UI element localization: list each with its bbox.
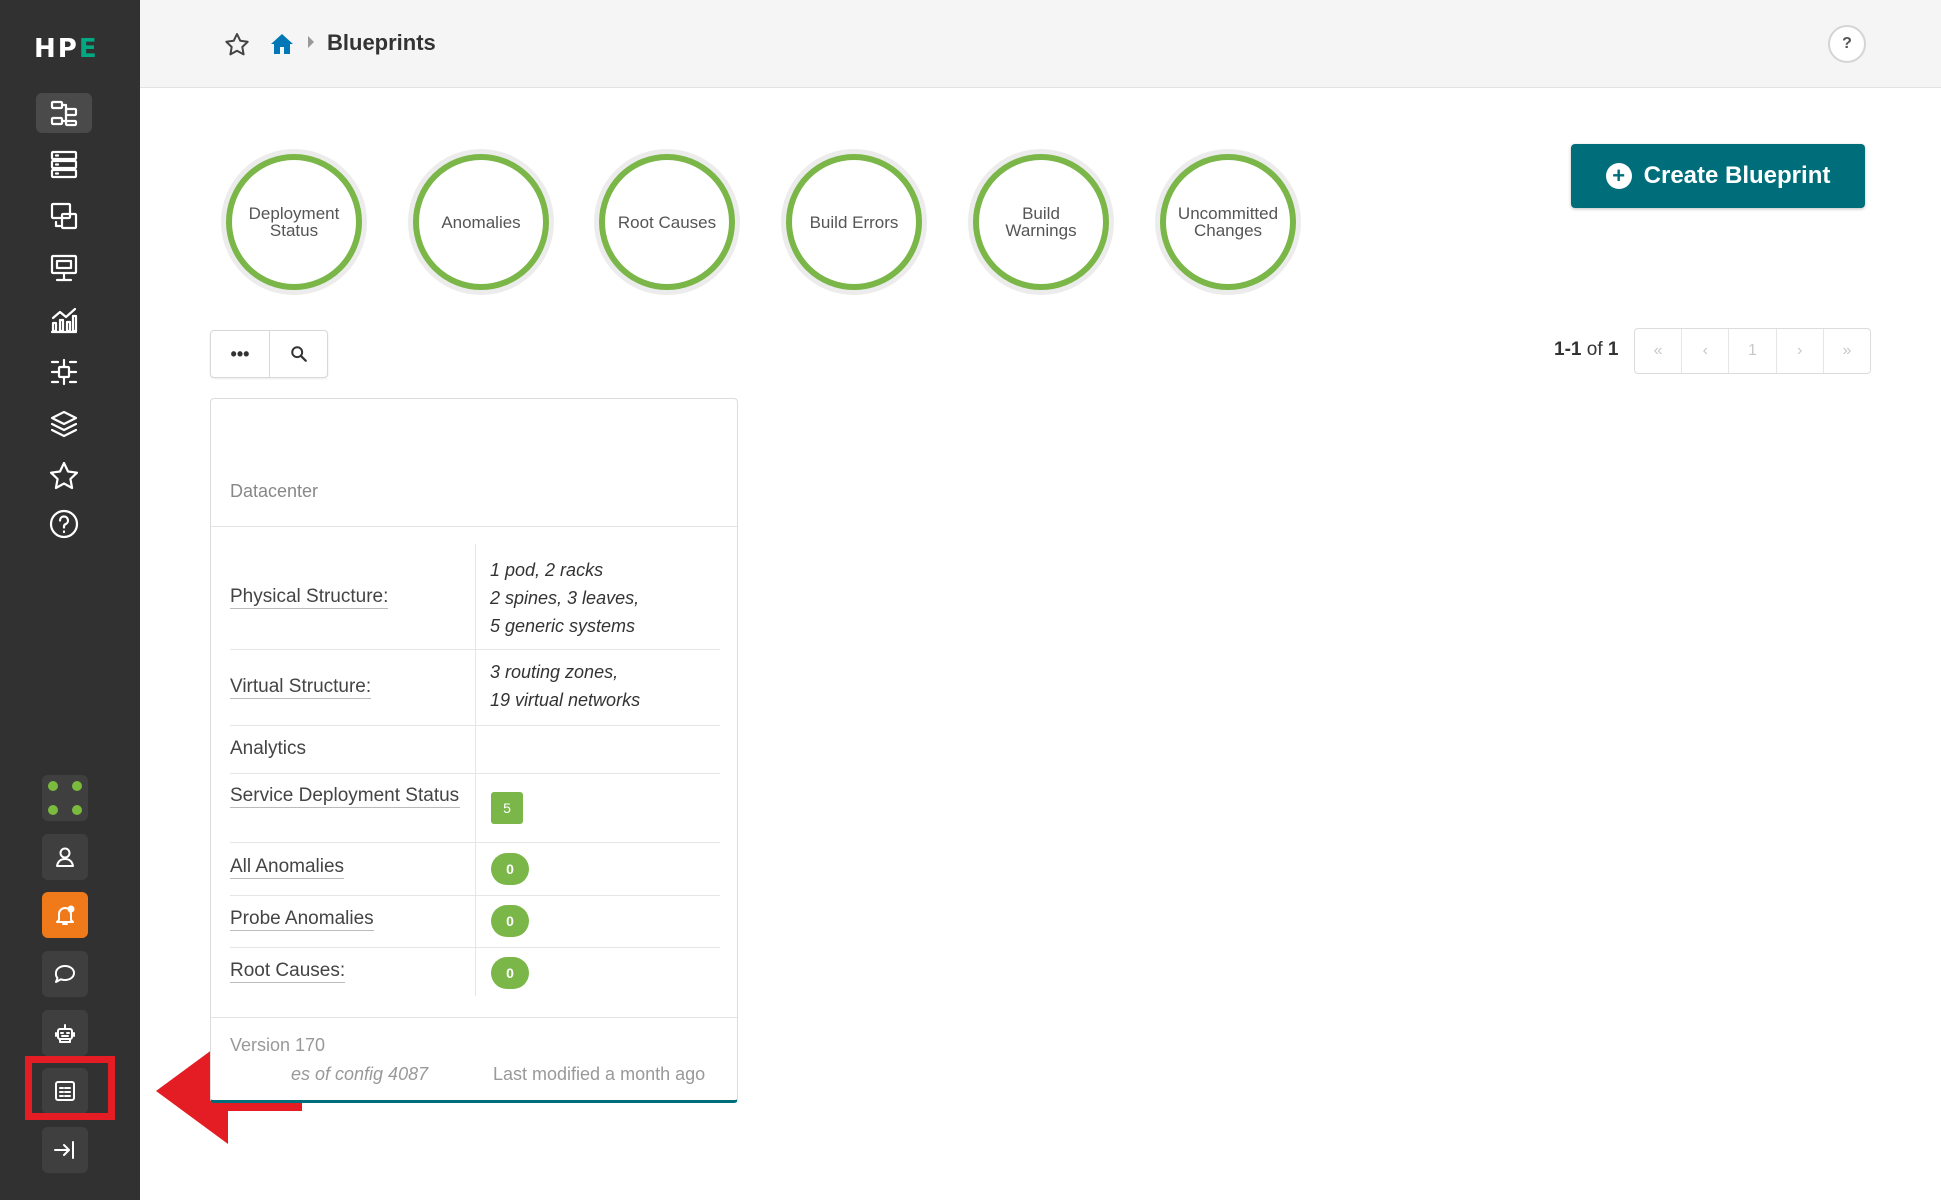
ring-uncommitted-changes[interactable]: Uncommitted Changes	[1160, 154, 1296, 290]
list-toolbar: •••	[210, 330, 328, 378]
row-divider	[230, 649, 720, 650]
favorite-star-icon[interactable]	[224, 32, 250, 58]
card-divider	[211, 526, 737, 527]
row-divider	[230, 725, 720, 726]
resources-icon[interactable]	[36, 248, 92, 288]
help-icon[interactable]	[36, 504, 92, 544]
virtual-structure-label[interactable]: Virtual Structure:	[230, 676, 372, 699]
robot-icon[interactable]	[42, 1010, 88, 1056]
ring-build-errors[interactable]: Build Errors	[786, 154, 922, 290]
help-button[interactable]: ?	[1828, 25, 1866, 63]
last-page-button[interactable]: »	[1822, 329, 1870, 373]
row-divider	[230, 947, 720, 948]
platform-icon[interactable]	[36, 352, 92, 392]
home-icon[interactable]	[268, 30, 296, 58]
probe-anomalies-badge[interactable]: 0	[491, 905, 529, 937]
search-button[interactable]	[269, 331, 327, 377]
all-anomalies-label[interactable]: All Anomalies	[230, 856, 345, 879]
plus-circle-icon: +	[1605, 163, 1632, 189]
more-options-button[interactable]: •••	[211, 331, 269, 377]
highlight-box	[25, 1056, 115, 1120]
design-icon[interactable]	[36, 196, 92, 236]
card-footer-divider	[211, 1017, 737, 1018]
pagination-summary: 1-1 of 1	[1554, 339, 1619, 360]
probe-anomalies-label[interactable]: Probe Anomalies	[230, 908, 374, 931]
hpe-logo: HPE	[34, 34, 99, 64]
prev-page-button[interactable]: ‹	[1681, 329, 1728, 373]
virtual-structure-value: 3 routing zones, 19 virtual networks	[490, 662, 641, 710]
ring-build-warnings[interactable]: Build Warnings	[973, 154, 1109, 290]
page-number[interactable]: 1	[1728, 329, 1775, 373]
analytics-label[interactable]: Analytics	[230, 738, 306, 760]
version-text: Version 170	[230, 1035, 326, 1055]
ring-anomalies[interactable]: Anomalies	[413, 154, 549, 290]
page-title: Blueprints	[327, 30, 436, 55]
physical-structure-value: 1 pod, 2 racks 2 spines, 3 leaves, 5 gen…	[490, 560, 640, 636]
notifications-icon[interactable]	[42, 892, 88, 938]
blueprint-type: Datacenter	[230, 481, 319, 501]
blueprint-card[interactable]: Datacenter Physical Structure: 1 pod, 2 …	[210, 398, 738, 1103]
sidebar: HPE	[0, 0, 140, 1200]
layers-icon[interactable]	[36, 404, 92, 444]
blueprints-icon[interactable]	[36, 93, 92, 133]
row-divider	[230, 842, 720, 843]
all-anomalies-badge[interactable]: 0	[491, 853, 529, 885]
last-modified-text: Last modified a month ago	[493, 1064, 706, 1084]
create-blueprint-button[interactable]: + Create Blueprint	[1571, 144, 1865, 208]
breadcrumb-separator-icon	[308, 36, 314, 48]
root-causes-badge[interactable]: 0	[491, 957, 529, 989]
next-page-button[interactable]: ›	[1775, 329, 1823, 373]
user-icon[interactable]	[42, 834, 88, 880]
apps-grid-icon[interactable]	[42, 775, 88, 821]
config-text: es of config 4087	[291, 1064, 429, 1084]
root-causes-label[interactable]: Root Causes:	[230, 960, 346, 983]
physical-structure-label[interactable]: Physical Structure:	[230, 586, 389, 609]
row-divider	[230, 895, 720, 896]
chat-icon[interactable]	[42, 951, 88, 997]
row-divider	[230, 773, 720, 774]
column-divider	[475, 544, 476, 996]
analytics-icon[interactable]	[36, 300, 92, 340]
favorites-icon[interactable]	[36, 456, 92, 496]
expand-sidebar-icon[interactable]	[42, 1127, 88, 1173]
first-page-button[interactable]: «	[1635, 329, 1681, 373]
service-deployment-status-badge[interactable]: 5	[491, 792, 523, 824]
ring-deployment-status[interactable]: Deployment Status	[226, 154, 362, 290]
top-bar: Blueprints ?	[140, 0, 1941, 88]
create-blueprint-label: Create Blueprint	[1643, 162, 1831, 189]
ring-root-causes[interactable]: Root Causes	[599, 154, 735, 290]
search-icon	[290, 346, 307, 362]
service-deployment-status-label[interactable]: Service Deployment Status	[230, 785, 460, 808]
devices-icon[interactable]	[36, 144, 92, 184]
pagination: « ‹ 1 › »	[1634, 328, 1871, 374]
